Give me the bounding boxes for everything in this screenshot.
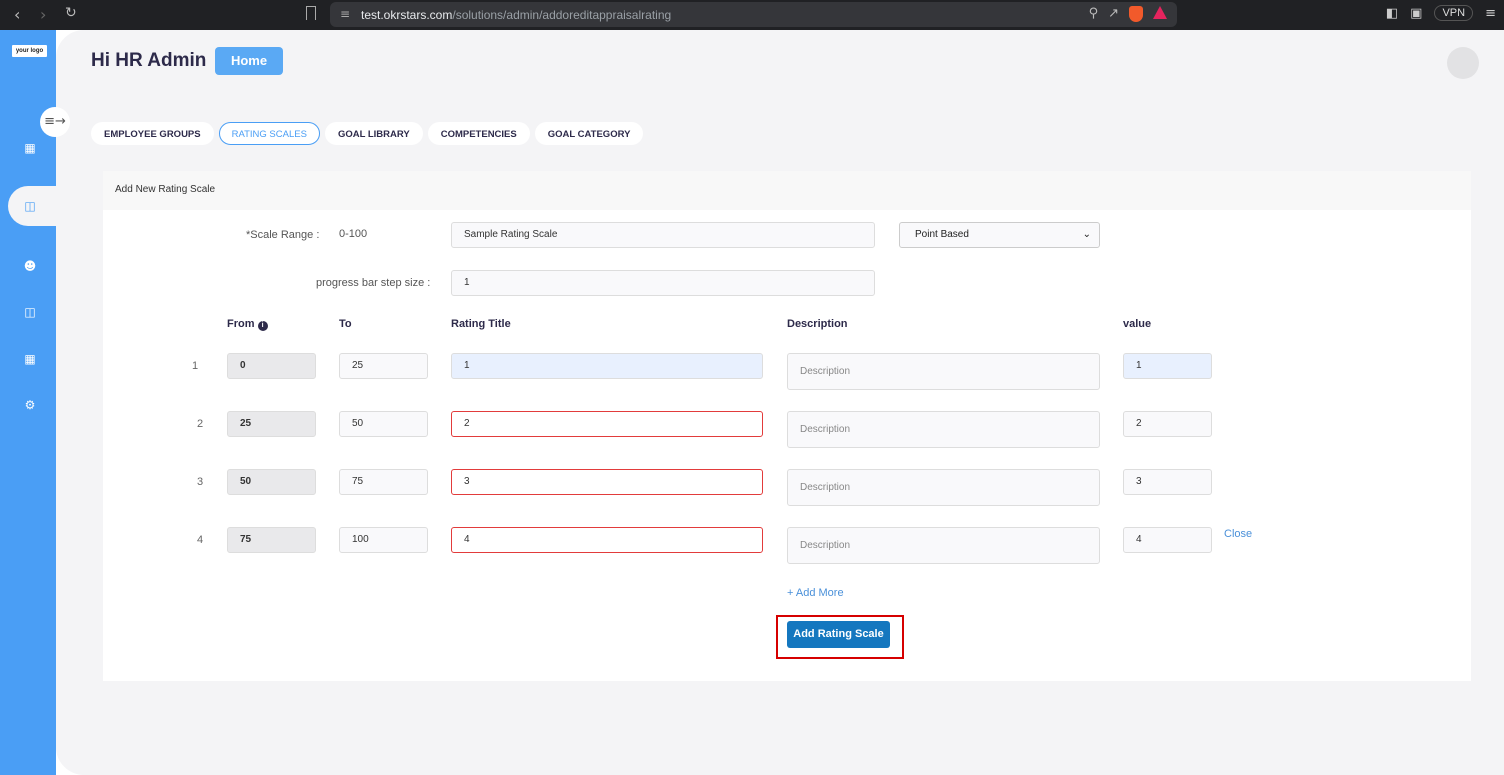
rating-title-input[interactable]: 1 [451,353,763,379]
rating-title-input[interactable]: 4 [451,527,763,553]
sidebar: your logo ▦ ◫ ☻ ◫ ▦ ⚙ [0,30,68,775]
info-icon[interactable]: i [257,321,268,331]
tab-employee-groups[interactable]: EMPLOYEE GROUPS [91,122,214,145]
url-text[interactable]: test.okrstars.com/solutions/admin/addore… [361,8,671,22]
scale-range-label: *Scale Range : [246,229,320,241]
column-header-to: To [339,318,352,330]
value-input[interactable]: 2 [1123,411,1212,437]
card-header: Add New Rating Scale [103,171,1471,210]
tab-goal-category[interactable]: GOAL CATEGORY [534,122,644,145]
tab-competencies[interactable]: COMPETENCIES [427,122,530,145]
description-input[interactable]: Description [787,469,1100,506]
forward-icon[interactable]: › [40,5,46,24]
dashboard-icon[interactable]: ▦ [22,140,38,156]
back-icon[interactable]: ‹ [14,5,20,24]
description-input[interactable]: Description [787,411,1100,448]
rating-title-input[interactable]: 2 [451,411,763,437]
step-size-label: progress bar step size : [316,277,431,289]
logo: your logo [12,45,47,57]
column-header-description: Description [787,318,848,330]
value-input[interactable]: 4 [1123,527,1212,553]
users-icon[interactable]: ☻ [22,258,38,274]
tab-rating-scales[interactable]: RATING SCALES [218,122,320,145]
value-input[interactable]: 1 [1123,353,1212,379]
from-input: 25 [227,411,316,437]
avatar[interactable] [1447,47,1479,79]
to-input[interactable]: 100 [339,527,428,553]
value-input[interactable]: 3 [1123,469,1212,495]
appraisal-icon[interactable]: ◫ [22,198,38,214]
row-number: 1 [192,360,199,372]
sidebar-toggle-icon[interactable]: ◧ [1386,6,1398,21]
to-input[interactable]: 50 [339,411,428,437]
settings-icon[interactable]: ⚙ [22,397,38,413]
row-number: 4 [197,534,204,546]
brave-shield-icon[interactable] [1129,6,1143,22]
site-settings-icon[interactable]: ≡ [340,7,350,21]
row-number: 3 [197,476,204,488]
share-icon[interactable]: ↗ [1108,6,1119,22]
column-header-rating-title: Rating Title [451,318,511,330]
close-row-link[interactable]: Close [1224,528,1252,540]
description-input[interactable]: Description [787,353,1100,390]
bookmark-icon[interactable] [306,6,316,20]
to-input[interactable]: 25 [339,353,428,379]
from-input: 50 [227,469,316,495]
browser-toolbar: ‹ › ↻ ≡ test.okrstars.com/solutions/admi… [0,0,1504,30]
wallet-icon[interactable]: ▣ [1410,6,1422,21]
address-bar[interactable]: ≡ test.okrstars.com/solutions/admin/addo… [306,2,1177,27]
scale-type-value: Point Based [915,229,969,240]
column-header-value: value [1123,318,1152,330]
step-size-input[interactable]: 1 [451,270,875,296]
from-input: 75 [227,527,316,553]
scale-range-value: 0-100 [339,228,368,240]
rating-title-input[interactable]: 3 [451,469,763,495]
book-icon[interactable]: ◫ [22,304,38,320]
home-button[interactable]: Home [215,47,283,75]
column-header-from: From i [227,318,268,331]
key-icon[interactable]: ⚲ [1089,6,1099,22]
brave-rewards-icon[interactable] [1153,6,1167,19]
description-input[interactable]: Description [787,527,1100,564]
reload-icon[interactable]: ↻ [65,5,77,21]
report-icon[interactable]: ▦ [22,351,38,367]
settings-tabs: EMPLOYEE GROUPS RATING SCALES GOAL LIBRA… [91,122,644,145]
menu-icon[interactable]: ≡ [1485,6,1496,21]
card-title: Add New Rating Scale [115,184,216,195]
chevron-down-icon: ⌄ [1082,229,1091,240]
row-number: 2 [197,418,204,430]
from-input: 0 [227,353,316,379]
to-input[interactable]: 75 [339,469,428,495]
page-greeting: Hi HR Admin [91,50,207,71]
scale-type-select[interactable]: Point Based ⌄ [899,222,1100,248]
collapse-sidebar-button[interactable]: ≡→ [40,107,70,137]
add-more-link[interactable]: + Add More [787,587,844,599]
tab-goal-library[interactable]: GOAL LIBRARY [324,122,423,145]
scale-name-input[interactable]: Sample Rating Scale [451,222,875,248]
add-rating-scale-button[interactable]: Add Rating Scale [787,621,890,648]
vpn-button[interactable]: VPN [1434,5,1474,21]
